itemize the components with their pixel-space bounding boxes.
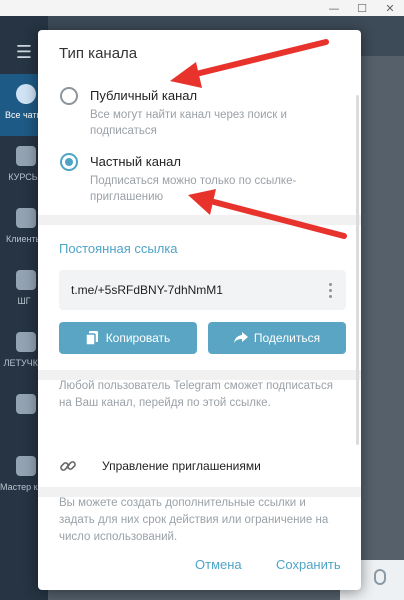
folder-icon [16,332,36,352]
manage-invites-item[interactable]: Управление приглашениями [38,445,361,487]
invite-link-text: t.me/+5sRFdBNY-7dhNmM1 [71,283,223,297]
maximize-button[interactable]: ☐ [348,0,376,16]
folder-icon [16,270,36,290]
invite-link-field[interactable]: t.me/+5sRFdBNY-7dhNmM1 [59,270,346,310]
radio-button-private[interactable] [60,153,78,171]
dialog-scrollbar[interactable] [356,95,359,445]
more-vertical-icon[interactable] [324,280,338,300]
copy-icon [86,331,100,345]
link-icon [59,457,77,475]
public-channel-option[interactable]: Публичный канал Все могут найти канал че… [38,80,361,140]
save-button[interactable]: Сохранить [276,557,341,572]
copy-button-label: Копировать [105,331,171,345]
house-icon [16,394,36,414]
radio-button-public[interactable] [60,87,78,105]
share-button-label: Поделиться [253,331,321,345]
chats-icon [16,84,36,104]
dialog-title: Тип канала [59,45,138,62]
permanent-link-heading: Постоянная ссылка [59,241,178,256]
link-note: Любой пользователь Telegram сможет подпи… [59,380,334,409]
option-description: Все могут найти канал через поиск и подп… [90,109,287,137]
invites-note: Вы можете создать дополнительные ссылки … [59,497,329,543]
minimize-button[interactable]: — [320,0,348,16]
share-button[interactable]: Поделиться [208,322,346,354]
folder-icon [16,208,36,228]
copy-button[interactable]: Копировать [59,322,197,354]
section-divider [38,215,361,225]
share-icon [233,331,248,345]
close-window-button[interactable]: ✕ [376,0,404,16]
option-description: Подписаться можно только по ссылке-пригл… [90,175,297,203]
cancel-button[interactable]: Отмена [195,557,242,572]
star-icon [16,456,36,476]
folder-icon [16,146,36,166]
microphone-icon[interactable] [374,569,386,585]
option-label: Частный канал [90,154,181,169]
manage-invites-label: Управление приглашениями [102,459,261,473]
option-label: Публичный канал [90,88,198,103]
private-channel-option[interactable]: Частный канал Подписаться можно только п… [38,146,361,206]
channel-type-dialog: Тип канала Публичный канал Все могут най… [38,30,361,590]
window-titlebar: — ☐ ✕ [0,0,404,16]
